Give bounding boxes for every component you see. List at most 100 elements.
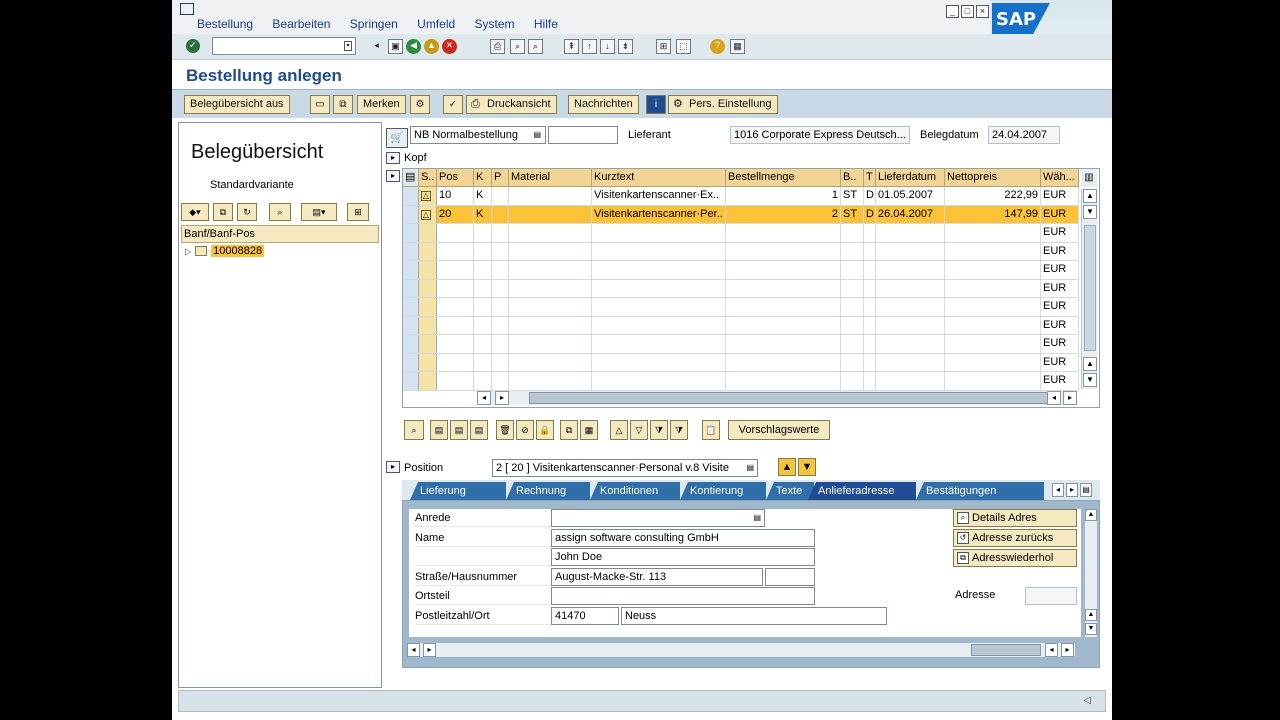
cell-t[interactable] [864,224,876,242]
scroll-left-icon[interactable]: ◂ [477,391,491,405]
cell-t[interactable] [864,279,876,297]
sort-descending-icon[interactable]: ▽ [630,420,648,440]
cell-preis[interactable] [945,261,1041,279]
lock-icon[interactable]: 🔒 [536,420,554,440]
cell-p[interactable] [492,187,509,205]
tree-node[interactable]: ▷ 10008828 [185,243,265,259]
check-icon[interactable]: ✓ [443,95,463,114]
cell-b[interactable] [841,316,864,334]
cell-b[interactable]: ST [841,205,864,223]
cell-wahrung[interactable]: EUR [1041,224,1079,242]
cell-material[interactable] [509,205,592,223]
row-selector[interactable] [403,335,419,353]
col-material[interactable]: Material [509,169,592,186]
cell-k[interactable] [474,335,492,353]
cell-b[interactable] [841,372,864,390]
cell-wahrung[interactable]: EUR [1041,279,1079,297]
col-nettopreis[interactable]: Nettopreis [945,169,1041,186]
cell-pos[interactable] [437,372,474,390]
cell-b[interactable] [841,242,864,260]
collapse-arrow-icon[interactable]: ◂ [369,39,384,54]
cell-wahrung[interactable]: EUR [1041,372,1079,390]
cell-k[interactable] [474,353,492,371]
cell-k[interactable]: K [474,205,492,223]
table-row[interactable]: EUR [403,335,1079,354]
cell-k[interactable] [474,242,492,260]
address-horizontal-thumb[interactable] [971,644,1041,656]
first-page-icon[interactable]: ⇞ [564,39,579,54]
cell-menge[interactable] [726,261,841,279]
refresh-icon[interactable]: ↻ [237,203,257,221]
row-selector[interactable] [403,242,419,260]
find-icon[interactable]: ⌕ [510,39,525,54]
print-icon[interactable]: ⎙ [490,39,505,54]
cell-material[interactable] [509,279,592,297]
col-p[interactable]: P [492,169,509,186]
menu-springen[interactable]: Springen [350,17,398,31]
info-icon[interactable]: i [646,95,666,114]
cell-t[interactable] [864,261,876,279]
cell-kurztext[interactable]: Visitenkartenscanner·Ex.. [592,187,726,205]
address-horizontal-scrollbar[interactable]: ◂ ▸ ◂ ▸ [407,643,1075,657]
cell-kurztext[interactable] [592,298,726,316]
cart-icon[interactable]: 🛒 [386,128,408,148]
kopf-row[interactable]: ▸ Kopf [386,150,427,166]
cell-k[interactable] [474,261,492,279]
cell-p[interactable] [492,298,509,316]
cell-lieferdatum[interactable] [876,224,945,242]
col-pos[interactable]: Pos [437,169,474,186]
ortsteil-field[interactable] [551,587,815,605]
cell-menge[interactable]: 2 [726,205,841,223]
cell-wahrung[interactable]: EUR [1041,187,1079,205]
cell-k[interactable] [474,372,492,390]
cell-kurztext[interactable] [592,279,726,297]
horizontal-thumb[interactable] [529,392,1049,404]
cell-pos[interactable] [437,316,474,334]
anrede-field[interactable]: ▤ [551,509,765,527]
previous-item-icon[interactable]: ▲ [778,458,796,476]
cell-t[interactable] [864,242,876,260]
cell-k[interactable] [474,279,492,297]
find-next-icon[interactable]: ⌕ [528,39,543,54]
duplicate-icon[interactable]: ⧉ [560,420,578,440]
cell-material[interactable] [509,298,592,316]
new-session-icon[interactable]: ⊞ [656,39,671,54]
clipboard-icon[interactable]: 📋 [702,420,720,440]
cell-b[interactable]: ST [841,187,864,205]
anrede-dropdown-icon[interactable]: ▤ [753,510,761,526]
col-kurztext[interactable]: Kurztext [592,169,726,186]
cell-wahrung[interactable]: EUR [1041,316,1079,334]
cell-b[interactable] [841,224,864,242]
cell-wahrung[interactable]: EUR [1041,261,1079,279]
belegubersicht-button[interactable]: Belegübersicht aus [184,95,290,114]
cell-p[interactable] [492,279,509,297]
tab-rechnung[interactable]: Rechnung [506,482,590,500]
scroll-thumb[interactable] [1084,225,1096,351]
cell-t[interactable] [864,353,876,371]
address-scroll-left-end-icon[interactable]: ◂ [1045,643,1058,657]
col-bestellmengeneinheit[interactable]: B.. [841,169,864,186]
cell-menge[interactable] [726,279,841,297]
cell-t[interactable]: D [864,187,876,205]
cell-menge[interactable] [726,316,841,334]
shortcut-icon[interactable]: ⬚ [676,39,691,54]
add-row-icon[interactable]: ▤ [430,420,448,440]
cell-wahrung[interactable]: EUR [1041,242,1079,260]
address-scroll-right-icon[interactable]: ▸ [423,643,436,657]
cell-preis[interactable] [945,372,1041,390]
cell-menge[interactable] [726,335,841,353]
overview-column-header[interactable]: Banf/Banf-Pos [181,225,379,243]
strasse-field[interactable]: August-Macke-Str. 113 [551,568,763,586]
tab-lieferung[interactable]: Lieferung [410,482,506,500]
expand-icon[interactable]: ▷ [185,247,191,256]
col-waehrung[interactable]: Wäh... [1041,169,1079,186]
cell-b[interactable] [841,298,864,316]
cell-preis[interactable]: 222,99 [945,187,1041,205]
cell-material[interactable] [509,335,592,353]
vorschlagswerte-button[interactable]: Vorschlagswerte [728,420,830,440]
cell-material[interactable] [509,224,592,242]
detail-icon[interactable]: ⌕ [404,420,424,440]
cell-kurztext[interactable] [592,372,726,390]
scroll-right-end-icon[interactable]: ▸ [1063,391,1077,405]
cell-wahrung[interactable]: EUR [1041,205,1079,223]
